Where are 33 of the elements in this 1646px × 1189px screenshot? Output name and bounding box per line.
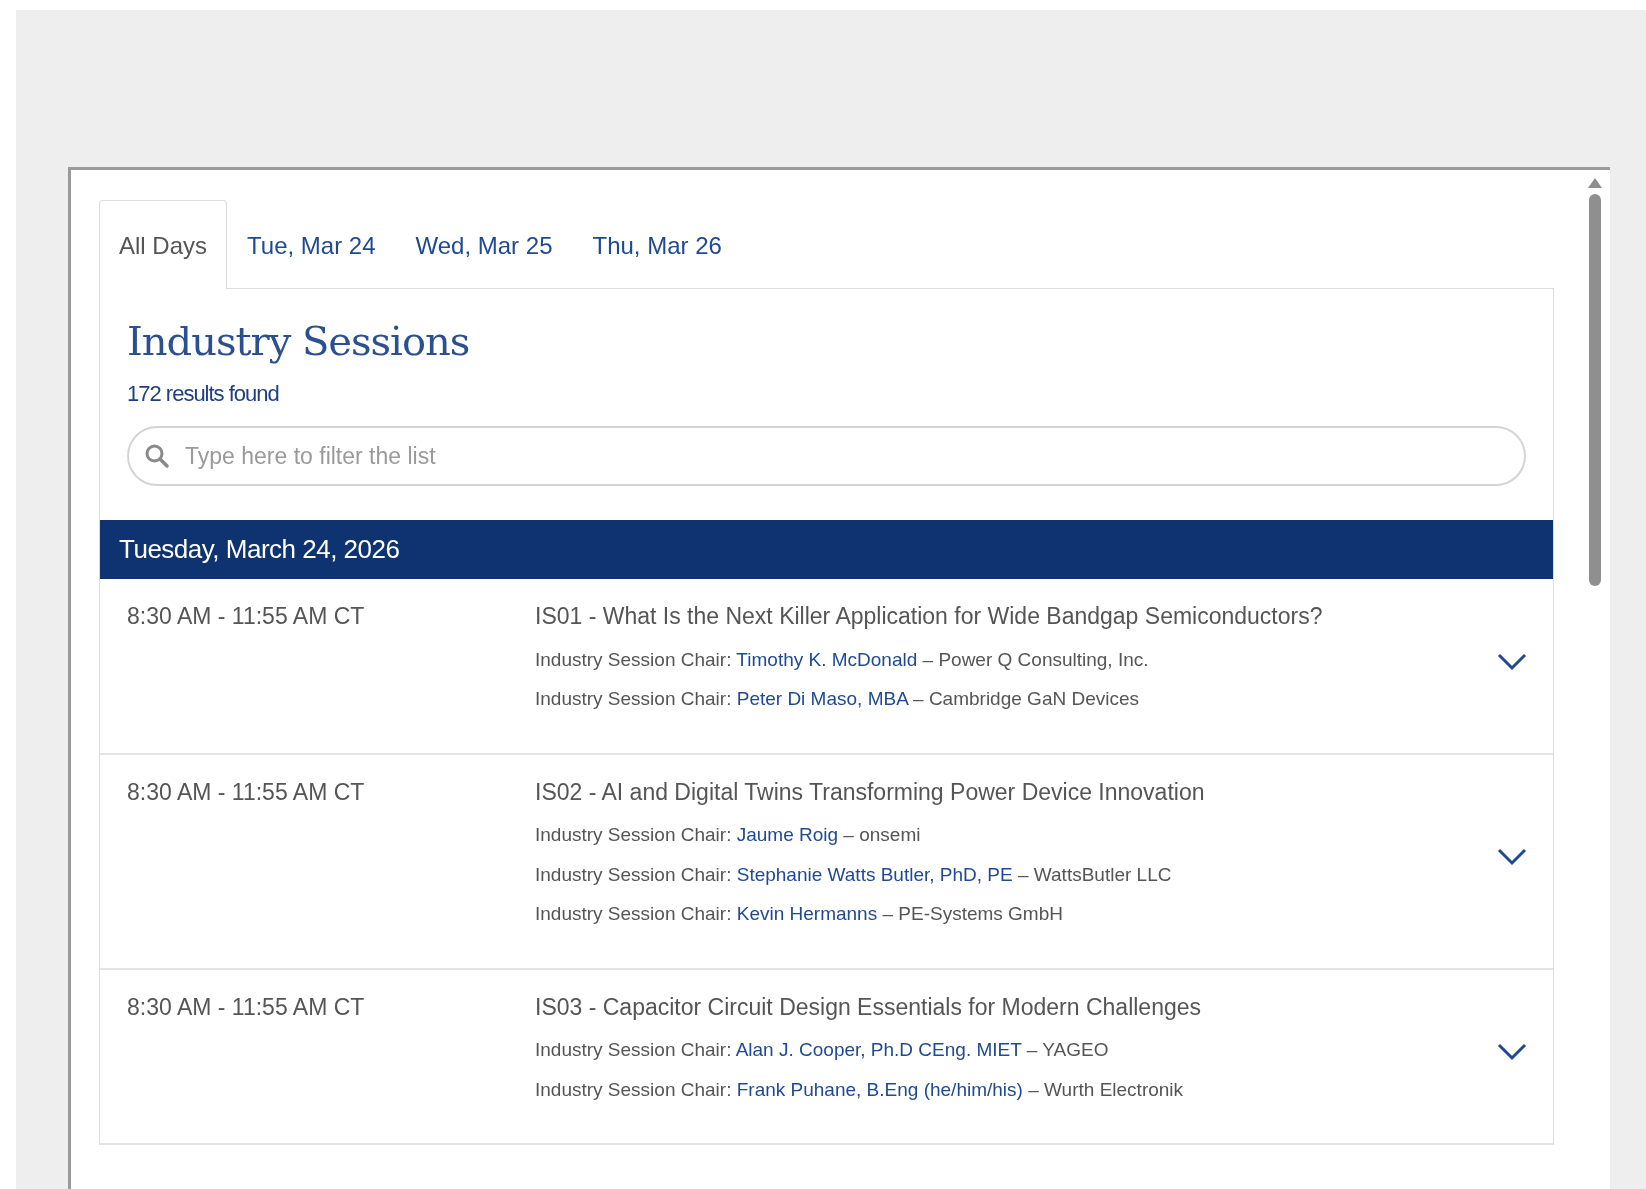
search-field[interactable]: Type here to filter the list (127, 426, 1526, 486)
session-chair-line: Industry Session Chair: Kevin Hermanns – PE-Systems GmbH (535, 902, 1064, 926)
expand-chevron-icon[interactable] (1497, 1043, 1527, 1062)
scroll-up-icon[interactable] (1588, 178, 1602, 188)
day-header: Tuesday, March 24, 2026 (100, 520, 1553, 579)
session-chair-line: Industry Session Chair: Timothy K. McDonald – Power Q Consulting, Inc. (535, 647, 1150, 672)
day-tab[interactable]: Tue, Mar 24 (227, 200, 396, 288)
session-chair-line: Industry Session Chair: Alan J. Cooper, Ph.D CEng. MIET – YAGEO (535, 1038, 1110, 1062)
session-chair-line: Industry Session Chair: Stephanie Watts Butler, PhD, PE – WattsButler LLC (535, 862, 1173, 887)
scrollbar-thumb[interactable] (1589, 194, 1601, 586)
chair-name-link[interactable]: Peter Di Maso, MBA (736, 688, 908, 709)
expand-chevron-icon[interactable] (1497, 652, 1527, 671)
session-chair-line: Industry Session Chair: Frank Puhane, B.Eng (he/him/his) – Wurth Electronik (535, 1077, 1185, 1102)
session-time: 8:30 AM - 11:55 AM CT (127, 992, 366, 1022)
expand-chevron-icon[interactable] (1497, 848, 1527, 866)
chair-name-link[interactable]: Alan J. Cooper, Ph.D CEng. MIET (735, 1039, 1022, 1060)
day-tab[interactable]: Wed, Mar 25 (395, 200, 573, 288)
day-tab[interactable]: Thu, Mar 26 (572, 200, 742, 288)
chair-name-link[interactable]: Jaume Roig (736, 824, 839, 845)
session-chair-line: Industry Session Chair: Jaume Roig – onsemi (535, 823, 922, 847)
chair-name-link[interactable]: Frank Puhane, B.Eng (he/him/his) (736, 1078, 1023, 1100)
results-count: 172 results found (127, 380, 280, 408)
session-time: 8:30 AM - 11:55 AM CT (127, 602, 366, 631)
day-tab[interactable]: All Days (99, 200, 228, 289)
session-chair-line: Industry Session Chair: Peter Di Maso, MBA – Cambridge GaN Devices (535, 687, 1141, 711)
page-heading: Industry Sessions (127, 317, 471, 366)
session-title: IS01 - What Is the Next Killer Application for Wide Bandgap Semiconductors? (535, 602, 1324, 631)
session-title: IS03 - Capacitor Circuit Design Essentials for Modern Challenges (535, 992, 1203, 1022)
chair-name-link[interactable]: Timothy K. McDonald (736, 648, 918, 670)
session-time: 8:30 AM - 11:55 AM CT (127, 777, 366, 807)
session-title: IS02 - AI and Digital Twins Transforming Power Device Innovation (535, 777, 1206, 807)
chair-name-link[interactable]: Stephanie Watts Butler, PhD, PE (736, 863, 1013, 885)
chair-name-link[interactable]: Kevin Hermanns (736, 903, 878, 924)
